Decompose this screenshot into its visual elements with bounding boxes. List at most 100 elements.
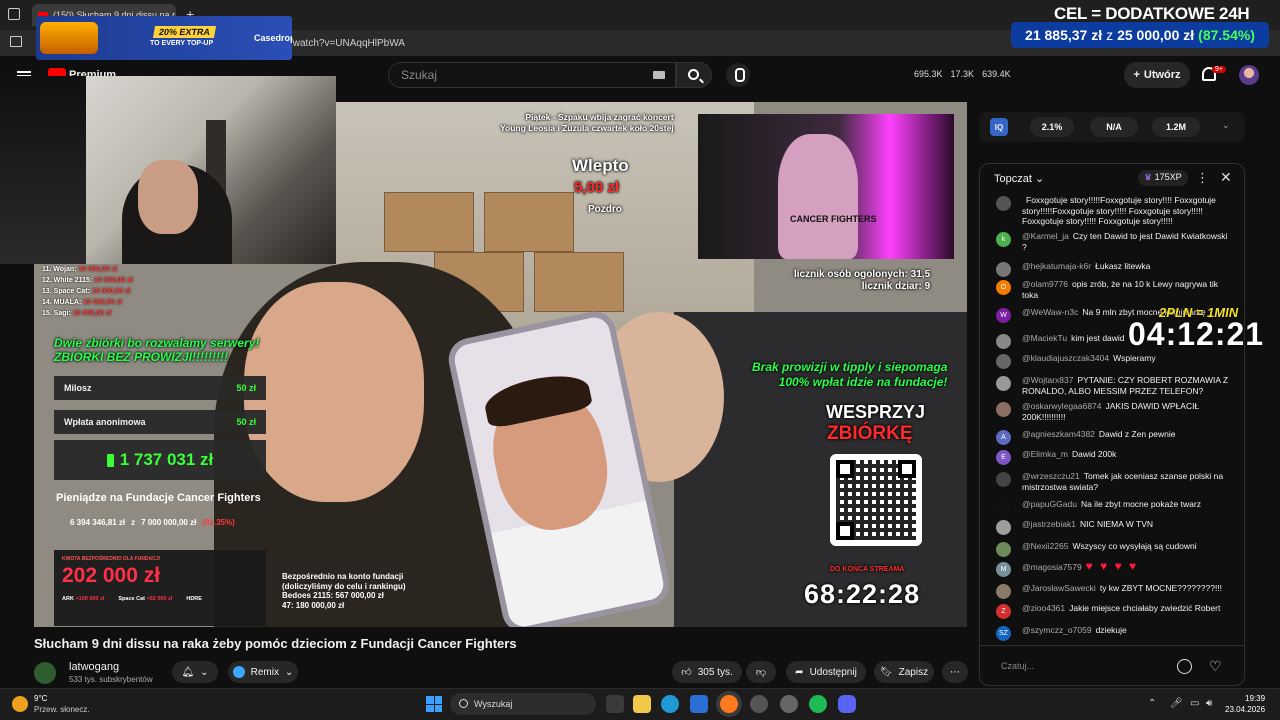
- chat-username[interactable]: @agnieszkam4382: [1022, 429, 1095, 439]
- chat-username[interactable]: @olam9776: [1022, 279, 1068, 289]
- support-line-2: ZBIÓRKĘ: [827, 423, 913, 444]
- like-count: 305 tys.: [697, 666, 733, 678]
- share-button[interactable]: ➦ Udostępnij: [786, 661, 866, 683]
- fund-current: 6 394 346,81 zł: [70, 518, 126, 527]
- weather-sun-icon[interactable]: [12, 696, 28, 712]
- display-icon[interactable]: ▭: [1190, 698, 1199, 709]
- sidebar-toggle-icon[interactable]: [10, 36, 22, 47]
- heart-icon[interactable]: ♡: [1209, 658, 1222, 675]
- chat-username[interactable]: @MaciekTu: [1022, 333, 1067, 343]
- chat-message: @jastrzebiak1 NIC NIEMA W TVN: [1022, 519, 1232, 530]
- chat-username[interactable]: @JarosławSawecki: [1022, 583, 1096, 593]
- chevron-down-icon[interactable]: ⌄: [1222, 120, 1230, 131]
- keyboard-icon[interactable]: [653, 71, 665, 79]
- treasure-chest-icon: [40, 22, 98, 54]
- leaderboard-name: 15. Sagi:: [42, 310, 71, 317]
- chat-username[interactable]: @magosia7579: [1022, 562, 1082, 572]
- remix-label: Remix: [250, 666, 279, 678]
- microphone-icon[interactable]: 🎤︎: [1170, 698, 1183, 709]
- chat-avatar[interactable]: [996, 542, 1011, 557]
- chat-avatar[interactable]: [996, 334, 1011, 349]
- chat-username[interactable]: @jastrzebiak1: [1022, 519, 1076, 529]
- chat-avatar[interactable]: [996, 584, 1011, 599]
- xp-badge[interactable]: ♛ 175XP: [1138, 170, 1188, 186]
- chat-avatar[interactable]: [996, 472, 1011, 487]
- chat-avatar[interactable]: [996, 500, 1011, 515]
- chat-username[interactable]: @wrzeszczu21: [1022, 471, 1080, 481]
- video-title: Słucham 9 dni dissu na raka żeby pomóc d…: [34, 636, 517, 651]
- search-button[interactable]: [676, 62, 712, 88]
- emoji-icon[interactable]: [1177, 659, 1192, 674]
- channel-avatar[interactable]: [34, 662, 56, 684]
- stream-countdown: 68:22:28: [804, 579, 921, 609]
- firefox-icon[interactable]: [720, 695, 738, 713]
- chat-username[interactable]: @Elimka_m: [1022, 449, 1068, 459]
- search-input[interactable]: Szukaj: [388, 62, 676, 88]
- chat-text: ♥ ♥ ♥ ♥: [1085, 559, 1139, 573]
- discord-icon[interactable]: [838, 695, 856, 713]
- qr-code[interactable]: [830, 454, 922, 546]
- chat-avatar[interactable]: A: [996, 430, 1011, 445]
- create-button[interactable]: + Utwórz: [1124, 62, 1190, 88]
- more-actions-button[interactable]: ⋯: [942, 661, 968, 683]
- taskbar-search[interactable]: Wyszukaj: [450, 693, 596, 715]
- chat-avatar[interactable]: Z: [996, 604, 1011, 619]
- stat-pill: N/A: [1090, 117, 1138, 137]
- chat-username[interactable]: @papuGGadu: [1022, 499, 1077, 509]
- system-clock[interactable]: 19:39 23.04.2026: [1225, 693, 1265, 715]
- dislike-button[interactable]: 👎︎: [746, 661, 776, 683]
- windows-start-icon[interactable]: [426, 696, 442, 712]
- extension-badge[interactable]: IQ: [990, 118, 1008, 136]
- chat-avatar[interactable]: [996, 354, 1011, 369]
- remix-button[interactable]: Remix ⌄: [228, 661, 298, 683]
- app-icon[interactable]: [780, 695, 798, 713]
- edge-icon[interactable]: [661, 695, 679, 713]
- chat-input[interactable]: Czatuj...: [993, 656, 1165, 678]
- speaker-icon[interactable]: 🔊︎: [1206, 698, 1212, 709]
- file-explorer-icon[interactable]: [633, 695, 651, 713]
- direct-label: KWOTA BEZPOŚREDNIO DLA FUNDACJI: [62, 556, 160, 562]
- task-view-icon[interactable]: [606, 695, 624, 713]
- account-avatar[interactable]: [1239, 65, 1259, 85]
- close-icon[interactable]: ✕: [1220, 169, 1232, 186]
- store-icon[interactable]: [690, 695, 708, 713]
- chat-avatar[interactable]: [996, 196, 1011, 211]
- chat-username[interactable]: @Wojtarx837: [1022, 375, 1073, 385]
- chat-avatar[interactable]: SZ: [996, 626, 1011, 641]
- chat-username[interactable]: @hejkatumaja-k6r: [1022, 261, 1091, 271]
- chat-username[interactable]: @szymczz_o7059: [1022, 625, 1092, 635]
- chat-username[interactable]: @zioo4361: [1022, 603, 1065, 613]
- clock-date: 23.04.2026: [1225, 705, 1266, 714]
- spotify-icon[interactable]: [809, 695, 827, 713]
- chat-username[interactable]: @oskarwylegaa6874: [1022, 401, 1102, 411]
- chat-avatar[interactable]: [996, 520, 1011, 535]
- subscription-bell-button[interactable]: 🔔︎ ⌄: [172, 661, 218, 683]
- tab-actions-icon[interactable]: [8, 8, 20, 20]
- chat-avatar[interactable]: [996, 402, 1011, 417]
- counter-people: licznik osób ogolonych: 31,5: [794, 269, 931, 280]
- chat-message: @klaudiajuszczak3404 Wspieramy: [1022, 353, 1232, 364]
- chat-avatar[interactable]: E: [996, 450, 1011, 465]
- chat-avatar[interactable]: k: [996, 232, 1011, 247]
- chat-avatar[interactable]: M: [996, 562, 1011, 577]
- chat-avatar[interactable]: [996, 262, 1011, 277]
- chat-username[interactable]: @Nexii2265: [1022, 541, 1068, 551]
- tray-chevron-icon[interactable]: ⌃: [1148, 698, 1156, 709]
- chat-username[interactable]: @Karmel_ja: [1022, 231, 1069, 241]
- save-button[interactable]: 🔖︎ Zapisz: [874, 661, 934, 683]
- chat-username[interactable]: @klaudiajuszczak3404: [1022, 353, 1109, 363]
- channel-name[interactable]: latwogang: [69, 661, 119, 673]
- chat-avatar[interactable]: W: [996, 308, 1011, 323]
- chat-mode-dropdown[interactable]: Topczat ⌄: [994, 172, 1044, 185]
- like-button[interactable]: 👍︎ 305 tys.: [672, 661, 742, 683]
- chat-username[interactable]: @WeWaw-n3c: [1022, 307, 1078, 317]
- voice-search-icon[interactable]: [726, 63, 750, 87]
- chat-avatar[interactable]: O: [996, 280, 1011, 295]
- donation-row: Milosz 50 zł: [54, 376, 266, 400]
- chat-avatar[interactable]: [996, 376, 1011, 391]
- url-field[interactable]: /watch?v=UNAqqHlPbWA: [290, 38, 405, 49]
- save-label: Zapisz: [898, 666, 929, 678]
- settings-icon[interactable]: [750, 695, 768, 713]
- chat-menu-icon[interactable]: ⋮: [1196, 170, 1209, 186]
- promo-banner[interactable]: 20% EXTRA TO EVERY TOP-UP Casedrop: [36, 16, 292, 60]
